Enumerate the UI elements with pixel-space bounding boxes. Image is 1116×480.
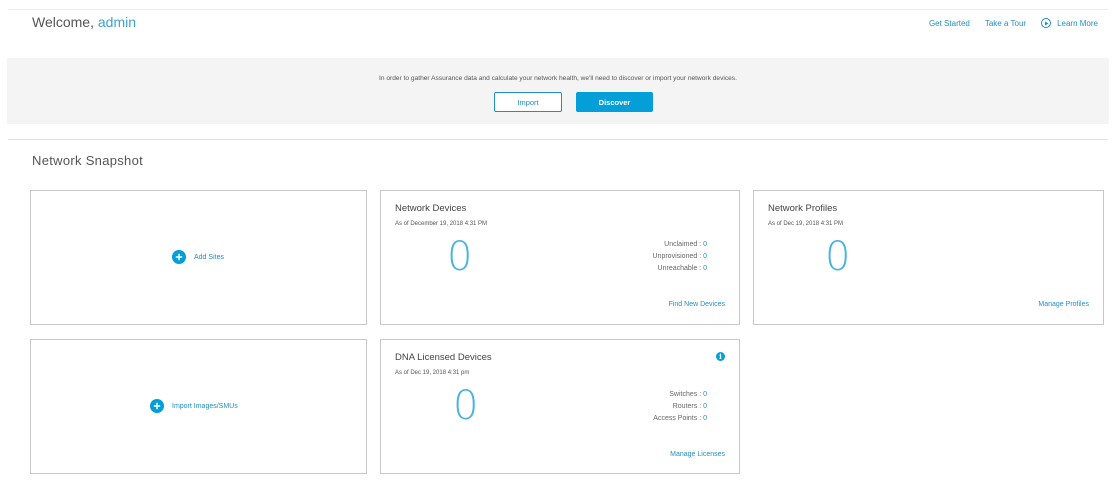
unclaimed-value[interactable]: 0 xyxy=(703,241,707,248)
banner-message: In order to gather Assurance data and ca… xyxy=(379,75,737,82)
add-sites-card: Add Sites xyxy=(30,190,367,325)
unclaimed-row: Unclaimed : 0 xyxy=(653,239,707,251)
import-images-card: Import Images/SMUs xyxy=(30,339,367,474)
manage-profiles-link[interactable]: Manage Profiles xyxy=(1038,301,1089,308)
play-icon xyxy=(1041,18,1052,28)
plus-icon xyxy=(172,250,186,264)
network-devices-stats: Unclaimed : 0 Unprovisioned : 0 Unreacha… xyxy=(653,239,708,275)
unprovisioned-row: Unprovisioned : 0 xyxy=(653,251,708,263)
network-profiles-card: Network Profiles As of Dec 19, 2018 4:31… xyxy=(753,190,1104,325)
dna-licensed-timestamp: As of Dec 19, 2018 4:31 pm xyxy=(395,370,470,376)
import-images-label: Import Images/SMUs xyxy=(172,402,238,410)
welcome-prefix: Welcome, xyxy=(32,14,94,30)
network-devices-count: 0 xyxy=(447,234,473,280)
dna-licensed-count: 0 xyxy=(453,383,479,429)
access-points-row: Access Points : 0 xyxy=(653,413,707,425)
import-images-button[interactable]: Import Images/SMUs xyxy=(150,399,238,413)
learn-more-link[interactable]: Learn More xyxy=(1041,18,1098,28)
dna-licensed-title: DNA Licensed Devices xyxy=(395,352,492,363)
top-divider xyxy=(8,9,1108,10)
find-new-devices-link[interactable]: Find New Devices xyxy=(669,301,725,308)
welcome-username: admin xyxy=(97,14,137,30)
network-profiles-title: Network Profiles xyxy=(768,203,838,214)
access-points-value[interactable]: 0 xyxy=(703,415,707,422)
unreachable-label: Unreachable : xyxy=(657,265,702,272)
switches-value[interactable]: 0 xyxy=(703,391,707,398)
network-devices-card: Network Devices As of December 19, 2018 … xyxy=(380,190,740,325)
import-button[interactable]: Import xyxy=(494,92,562,112)
routers-value[interactable]: 0 xyxy=(703,403,707,410)
plus-icon xyxy=(150,399,164,413)
switches-label: Switches : xyxy=(669,391,702,398)
welcome-heading: Welcome, admin xyxy=(32,14,136,30)
info-icon[interactable]: i xyxy=(716,352,725,361)
add-sites-label: Add Sites xyxy=(194,253,224,261)
learn-more-label: Learn More xyxy=(1057,18,1098,28)
dna-licensed-stats: Switches : 0 Routers : 0 Access Points :… xyxy=(653,389,707,425)
unreachable-value[interactable]: 0 xyxy=(703,265,707,272)
unprovisioned-label: Unprovisioned : xyxy=(652,253,702,260)
network-snapshot-title: Network Snapshot xyxy=(32,153,144,168)
network-profiles-timestamp: As of Dec 19, 2018 4:31 PM xyxy=(768,221,844,227)
routers-label: Routers : xyxy=(672,403,702,410)
manage-licenses-link[interactable]: Manage Licenses xyxy=(670,451,725,458)
network-profiles-count: 0 xyxy=(825,234,851,280)
routers-row: Routers : 0 xyxy=(653,401,707,413)
access-points-label: Access Points : xyxy=(653,415,702,422)
add-sites-button[interactable]: Add Sites xyxy=(172,250,224,264)
discovery-banner: In order to gather Assurance data and ca… xyxy=(7,58,1109,124)
discover-button[interactable]: Discover xyxy=(576,92,653,112)
section-divider xyxy=(8,139,1108,140)
network-devices-title: Network Devices xyxy=(395,203,467,214)
unreachable-row: Unreachable : 0 xyxy=(653,263,707,275)
switches-row: Switches : 0 xyxy=(653,389,707,401)
take-tour-link[interactable]: Take a Tour xyxy=(985,19,1026,28)
network-devices-timestamp: As of December 19, 2018 4:31 PM xyxy=(395,221,488,227)
dna-licensed-card: DNA Licensed Devices i As of Dec 19, 201… xyxy=(380,339,740,474)
header-links: Get Started Take a Tour Learn More xyxy=(914,18,1098,28)
get-started-link[interactable]: Get Started xyxy=(929,19,970,28)
unclaimed-label: Unclaimed : xyxy=(664,241,702,248)
unprovisioned-value[interactable]: 0 xyxy=(703,253,707,260)
